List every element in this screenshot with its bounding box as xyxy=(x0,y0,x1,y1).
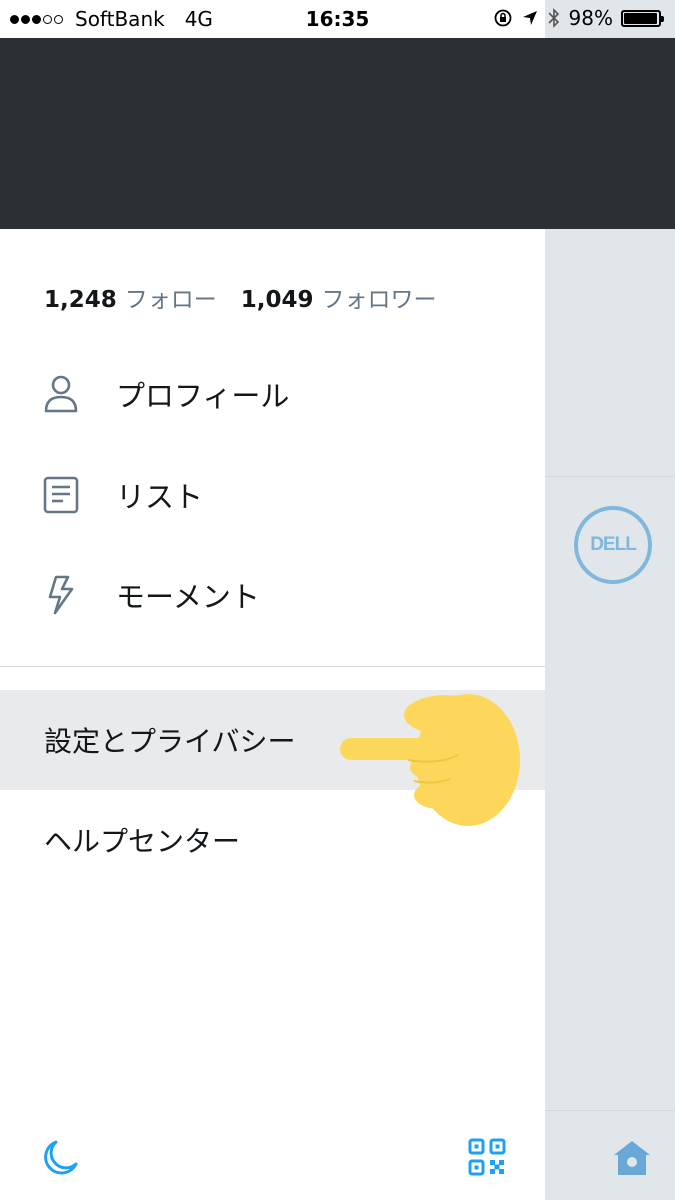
tab-bar-divider xyxy=(545,1110,675,1111)
menu-item-label: プロフィール xyxy=(116,379,290,413)
following-label[interactable]: フォロー xyxy=(125,280,217,314)
follow-stats: 1,248 フォロー 1,049 フォロワー xyxy=(44,280,437,314)
pointing-hand-icon xyxy=(340,694,520,826)
following-count[interactable]: 1,248 xyxy=(44,287,117,313)
list-icon xyxy=(40,474,82,516)
rotation-lock-icon xyxy=(494,9,511,27)
lightning-icon xyxy=(40,574,82,616)
bluetooth-icon xyxy=(547,8,559,28)
profile-header-banner[interactable] xyxy=(0,13,675,229)
battery-icon xyxy=(621,9,664,27)
status-bar: SoftBank 4G 16:35 98% xyxy=(0,0,675,38)
location-arrow-icon xyxy=(522,11,537,25)
status-bar-right: 98% xyxy=(493,6,664,30)
tweet-avatar-dell[interactable]: DELL xyxy=(574,506,652,584)
drawer-bottom-bar xyxy=(0,1110,545,1200)
menu-item-label: リスト xyxy=(116,480,204,514)
person-icon xyxy=(40,373,82,415)
menu-item-profile[interactable]: プロフィール xyxy=(0,344,545,444)
menu-item-label: ヘルプセンター xyxy=(44,825,241,858)
qr-code-icon[interactable] xyxy=(468,1138,506,1176)
menu-item-label: 設定とプライバシー xyxy=(44,725,296,758)
night-mode-moon-icon[interactable] xyxy=(40,1138,80,1178)
home-tab-icon[interactable] xyxy=(611,1138,653,1178)
menu-item-moments[interactable]: モーメント xyxy=(0,545,545,645)
menu-item-lists[interactable]: リスト xyxy=(0,445,545,545)
timeline-divider xyxy=(545,476,675,477)
menu-item-label: モーメント xyxy=(116,580,260,614)
followers-label[interactable]: フォロワー xyxy=(322,280,437,314)
followers-count[interactable]: 1,049 xyxy=(241,287,314,313)
battery-fill xyxy=(624,12,658,24)
battery-percent: 98% xyxy=(568,6,613,30)
